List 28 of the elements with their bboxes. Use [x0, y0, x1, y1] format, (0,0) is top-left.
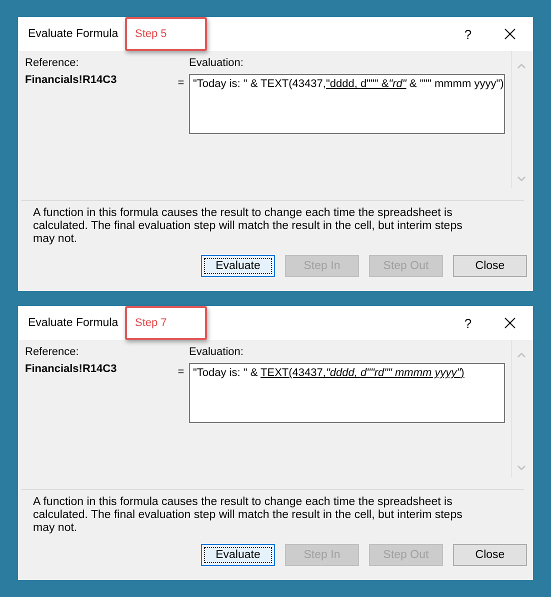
scroll-up-icon[interactable]: [517, 63, 526, 69]
scroll-up-icon[interactable]: [517, 352, 526, 358]
reference-value: Financials!R14C3: [25, 74, 118, 86]
reference-value: Financials!R14C3: [25, 363, 118, 375]
reference-label: Reference:: [25, 345, 80, 360]
step-callout: Step 5: [125, 17, 207, 51]
equals-sign: =: [176, 366, 186, 378]
reference-label: Reference:: [25, 56, 80, 71]
evaluation-field[interactable]: "Today is: " & TEXT(43437,"dddd, d""rd"" mmmm yyyy"): [189, 363, 505, 423]
evaluation-field[interactable]: "Today is: " & TEXT(43437,"dddd, d""" &"rd" & """ mmmm yyyy"): [189, 74, 505, 134]
close-icon[interactable]: [504, 317, 516, 329]
window-title: Evaluate Formula: [28, 317, 118, 329]
dialog-button[interactable]: Close: [453, 255, 527, 277]
help-button[interactable]: ?: [444, 316, 492, 330]
dialog-button[interactable]: Evaluate: [201, 544, 275, 566]
volatile-function-message: A function in this formula causes the result to change each time the spreadsheet is calculated. The final evaluation step will match the result in the cell, but interim steps may not.: [33, 207, 464, 246]
volatile-function-message: A function in this formula causes the result to change each time the spreadsheet is calculated. The final evaluation step will match the result in the cell, but interim steps may not.: [33, 496, 464, 535]
step-callout: Step 7: [125, 306, 207, 340]
scroll-down-icon[interactable]: [517, 176, 526, 182]
dialog-button[interactable]: Evaluate: [201, 255, 275, 277]
evaluation-label: Evaluation:: [189, 345, 244, 360]
dialog-button[interactable]: Close: [453, 544, 527, 566]
help-button[interactable]: ?: [444, 26, 492, 42]
evaluation-label: Evaluation:: [189, 56, 244, 71]
close-icon[interactable]: [504, 28, 516, 40]
window-title: Evaluate Formula: [28, 28, 118, 40]
equals-sign: =: [176, 77, 186, 89]
scroll-down-icon[interactable]: [517, 465, 526, 471]
